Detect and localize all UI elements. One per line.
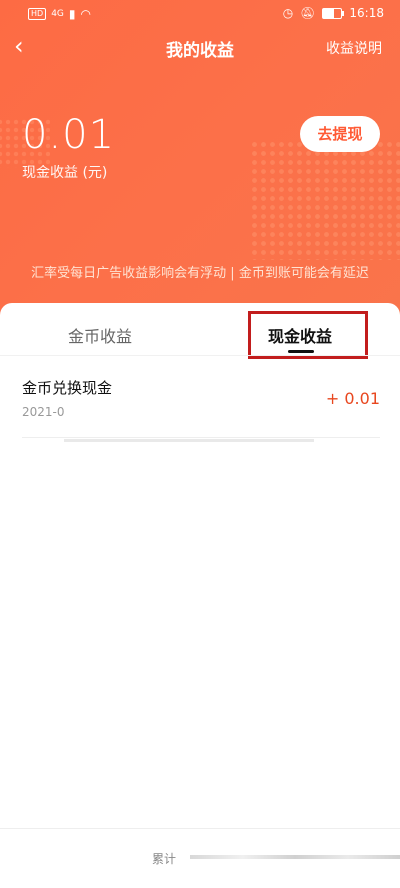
footer-divider (0, 828, 400, 829)
nav-bar: ‹ 我的收益 收益说明 (0, 28, 400, 68)
alarm-icon: ◷ (282, 6, 294, 20)
tab-divider (0, 355, 400, 356)
exchange-rate-notice: 汇率受每日广告收益影响会有浮动 | 金币到账可能会有延迟 (31, 266, 369, 281)
highlight-box (248, 311, 368, 359)
list-item[interactable]: 金币兑换现金 2021-0 + 0.01 (22, 373, 380, 439)
wifi-icon: ◠ (80, 7, 91, 21)
earnings-sheet: 金币收益 现金收益 金币兑换现金 2021-0 + 0.01 (0, 303, 400, 888)
battery-icon (322, 7, 345, 19)
signal-icon: ▮ (68, 7, 76, 21)
clock: 16:18 (349, 6, 384, 20)
redacted-bar (64, 439, 314, 442)
redacted-bar (190, 855, 400, 859)
earnings-header: HD 4G ▮ ◠ ◷ 🔕︎ 16:18 ‹ 我的收益 收益说明 0.01 现金… (0, 0, 400, 330)
record-date: 2021-0 (22, 405, 65, 419)
status-bar: HD 4G ▮ ◠ ◷ 🔕︎ 16:18 (0, 0, 400, 28)
signal-badge: 4G (51, 9, 64, 19)
network-badge: HD (28, 8, 47, 20)
footer-total-label: 累计 (152, 852, 177, 866)
cash-balance: 0.01 (22, 112, 116, 158)
cash-balance-label: 现金收益 (元) (22, 165, 108, 181)
divider (22, 437, 380, 438)
withdraw-button[interactable]: 去提现 (300, 116, 380, 152)
tab-coin-earnings[interactable]: 金币收益 (68, 323, 132, 347)
decorative-dots (250, 140, 400, 260)
earnings-explanation-link[interactable]: 收益说明 (326, 38, 382, 58)
record-title: 金币兑换现金 (22, 379, 113, 397)
record-amount: + 0.01 (325, 389, 380, 408)
mute-icon: 🔕︎ (300, 6, 316, 20)
